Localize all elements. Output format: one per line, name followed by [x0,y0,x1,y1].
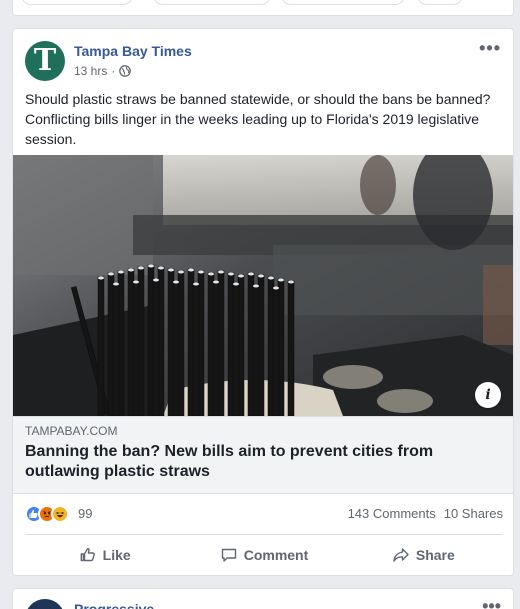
share-label: Share [415,547,455,563]
page-avatar[interactable]: T [25,41,65,81]
like-label: Like [102,547,131,563]
post-time[interactable]: 13 hrs [74,64,107,78]
comment-label: Comment [243,547,309,563]
post-message: Should plastic straws be banned statewid… [25,91,491,147]
plastic-straws-photo [13,155,513,416]
feed-post: T Tampa Bay Times 13 hrs · ••• Should pl… [12,28,514,576]
reaction-icons[interactable] [25,505,69,523]
post-actions: Like Comment Share [25,537,503,573]
reaction-count[interactable]: 99 [78,506,92,521]
next-page-name-link[interactable]: Progressive [74,601,154,609]
comment-button[interactable]: Comment [184,537,343,573]
share-button[interactable]: Share [344,537,503,573]
shares-count[interactable]: 10 Shares [444,506,503,521]
link-preview-image[interactable]: i [13,155,513,416]
haha-icon [51,505,69,523]
link-domain: TAMPABAY.COM [25,424,118,438]
share-icon [393,548,409,562]
previous-post-pill-2[interactable] [153,0,271,5]
comment-icon [221,548,236,562]
previous-post-pill-4[interactable] [417,0,463,5]
next-page-avatar[interactable] [25,599,65,609]
link-preview-body[interactable]: TAMPABAY.COM Banning the ban? New bills … [13,416,513,494]
page-name-link[interactable]: Tampa Bay Times [74,43,192,59]
next-post-options-button[interactable]: ••• [482,597,501,609]
post-meta: 13 hrs · [74,64,132,78]
info-button[interactable]: i [475,382,501,408]
globe-icon[interactable] [119,65,132,77]
actions-divider [25,534,503,535]
previous-post-pill-3[interactable] [281,0,405,5]
link-headline[interactable]: Banning the ban? New bills aim to preven… [25,442,501,482]
avatar-letter: T [33,43,57,78]
reactions-bar: 99 143 Comments 10 Shares [25,503,503,525]
meta-separator: · [111,64,116,78]
previous-post-card [12,0,514,16]
link-preview[interactable]: i TAMPABAY.COM Banning the ban? New bill… [13,155,513,494]
like-button[interactable]: Like [25,537,184,573]
thumbs-up-icon [80,547,95,562]
next-feed-post: Progressive ••• [12,588,514,609]
engagement-counts: 143 Comments 10 Shares [348,506,503,521]
post-options-button[interactable]: ••• [479,39,501,57]
post-header: T Tampa Bay Times 13 hrs · ••• [25,39,501,85]
comments-count[interactable]: 143 Comments [348,506,436,521]
previous-post-pill-1[interactable] [21,0,133,5]
